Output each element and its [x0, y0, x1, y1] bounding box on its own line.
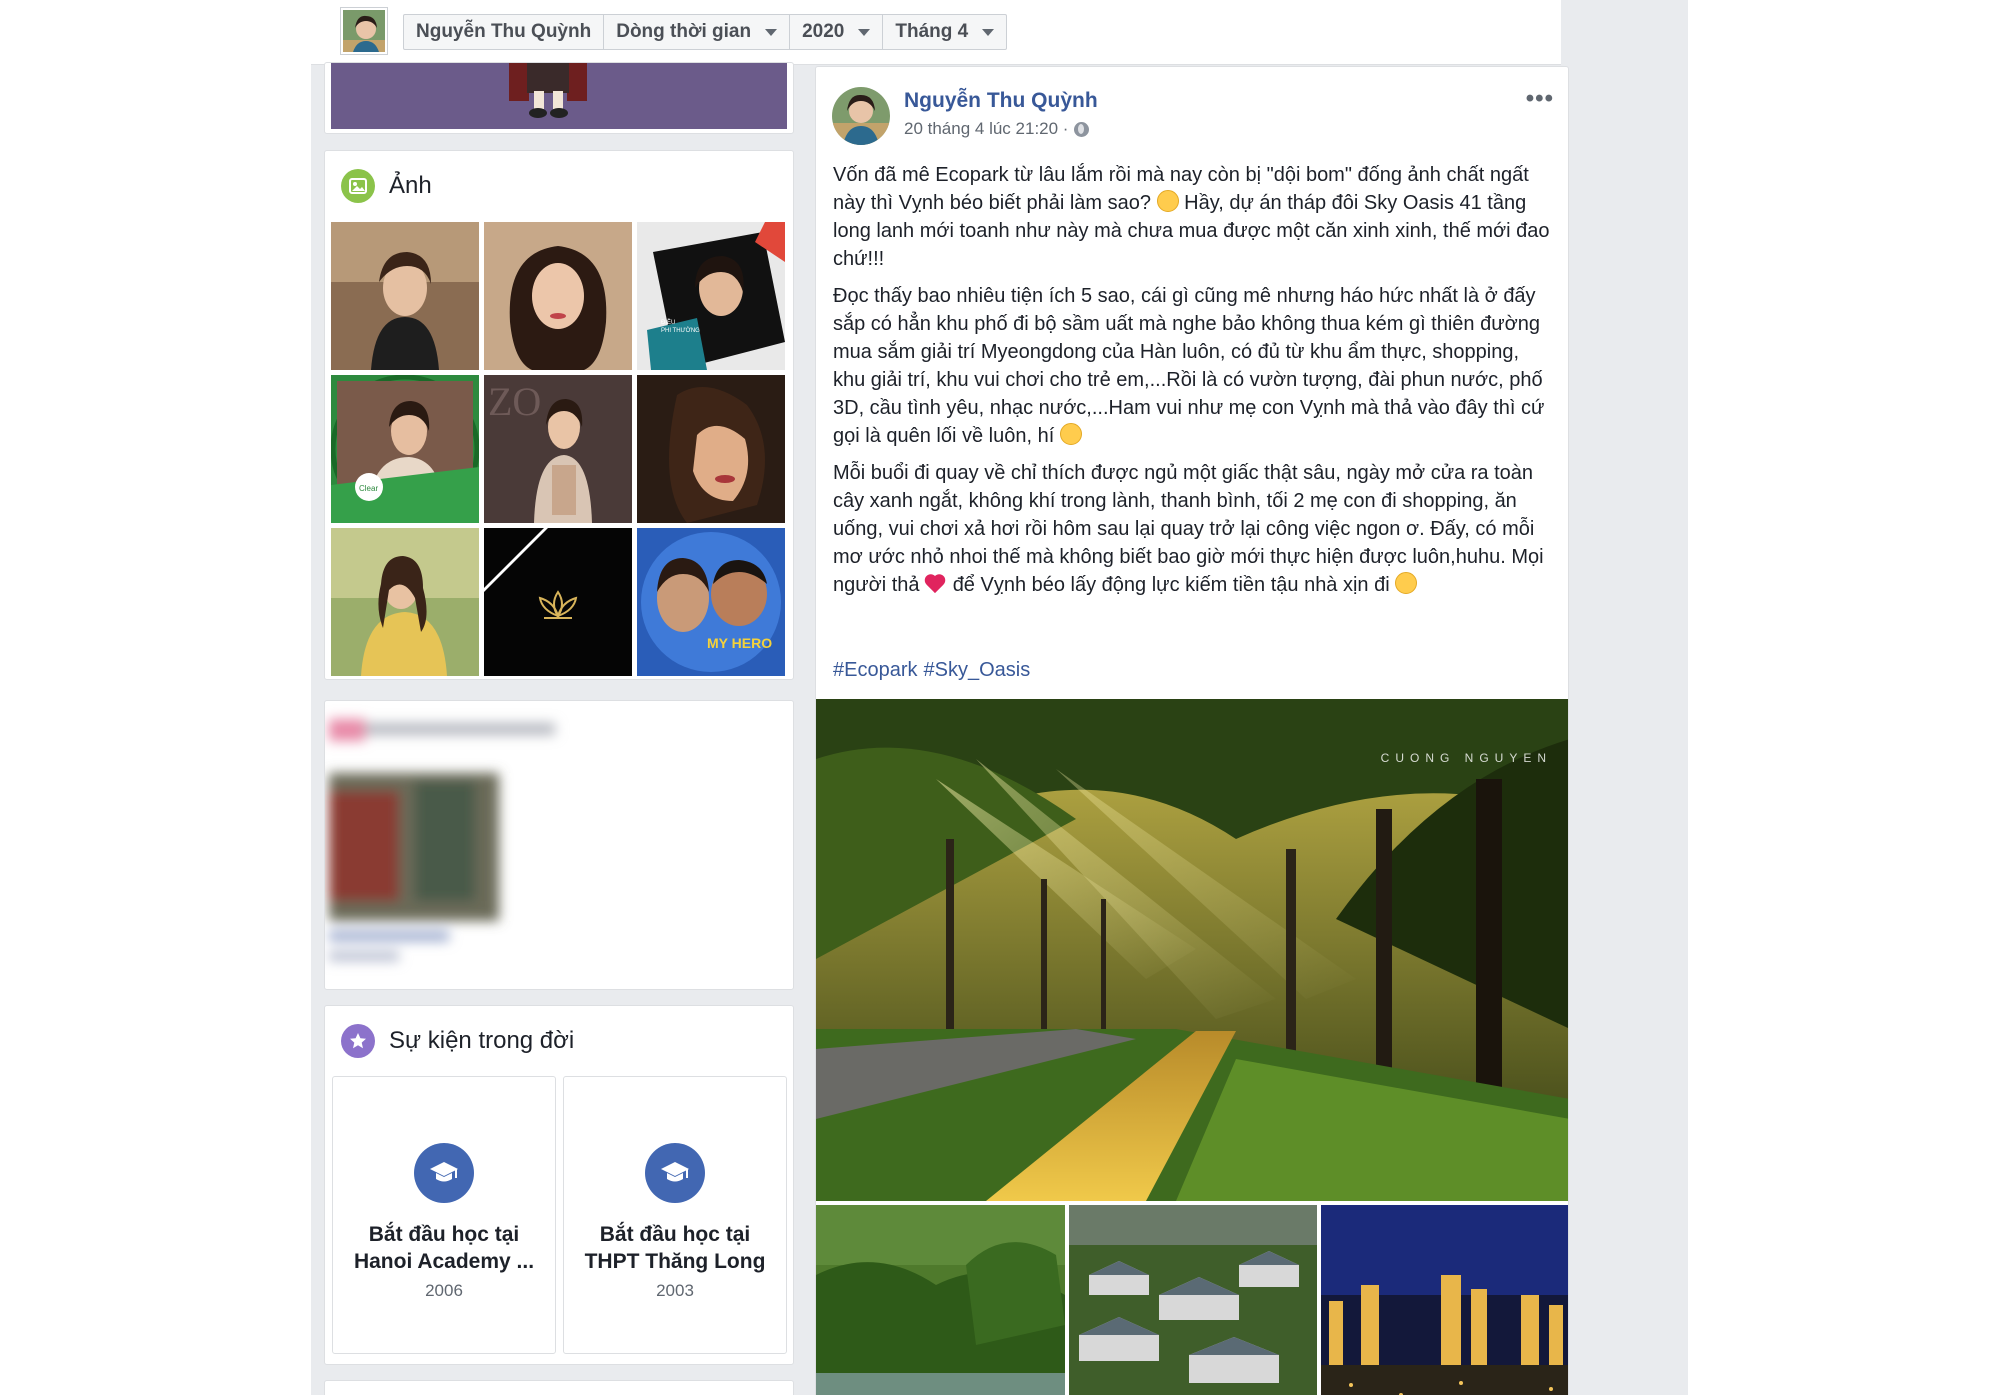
- life-event-item[interactable]: Bắt đầu học tại THPT Thăng Long 2003: [563, 1076, 787, 1354]
- post-author-avatar[interactable]: [832, 87, 890, 145]
- year-label: 2020: [802, 21, 845, 42]
- hashtag-link[interactable]: #Ecopark: [833, 659, 918, 681]
- photo-tile-clear-ad[interactable]: Clear: [331, 375, 479, 523]
- next-card-stub: [324, 1380, 794, 1395]
- svg-text:ZO: ZO: [488, 379, 541, 424]
- caret-down-icon: [858, 28, 871, 36]
- post-meta: 20 tháng 4 lúc 21:20 ·: [904, 119, 1090, 139]
- post-timestamp[interactable]: 20 tháng 4 lúc 21:20 ·: [904, 119, 1068, 139]
- photos-card: Ảnh ĐIỀU PHI THƯỜNG Clear ZO MY HERO: [324, 150, 794, 680]
- smiling-emoji-icon: [1059, 423, 1082, 445]
- photo-tile[interactable]: [331, 222, 479, 370]
- graduation-cap-icon: [414, 1143, 474, 1203]
- photo-grid: ĐIỀU PHI THƯỜNG Clear ZO MY HERO: [331, 222, 789, 676]
- photos-card-header[interactable]: Ảnh: [341, 169, 432, 203]
- timeline-breadcrumb: Nguyễn Thu Quỳnh Dòng thời gian 2020 Thá…: [403, 14, 1008, 50]
- post-author-name[interactable]: Nguyễn Thu Quỳnh: [904, 89, 1098, 113]
- post-photo-thumbnails: [816, 1205, 1568, 1395]
- hashtag-link[interactable]: #Sky_Oasis: [924, 659, 1031, 681]
- post-text: Vốn đã mê Ecopark từ lâu lắm rồi mà nay …: [833, 161, 1553, 608]
- laughing-emoji-icon: [1395, 572, 1418, 594]
- caret-down-icon: [765, 28, 778, 36]
- facebook-timeline: Nguyễn Thu Quỳnh Dòng thời gian 2020 Thá…: [311, 0, 1688, 1395]
- post-paragraph: Mỗi buổi đi quay về chỉ thích được ngủ m…: [833, 459, 1553, 599]
- photo-tile-book-cover[interactable]: ĐIỀU PHI THƯỜNG: [637, 222, 785, 370]
- photo-tile[interactable]: [331, 528, 479, 676]
- timeline-post: Nguyễn Thu Quỳnh 20 tháng 4 lúc 21:20 · …: [815, 66, 1569, 1395]
- photo-tile-selfie[interactable]: MY HERO: [637, 528, 785, 676]
- post-photo-thumbnail[interactable]: [1068, 1205, 1318, 1395]
- blurred-content-card: [324, 700, 794, 990]
- screenshot-canvas: Nguyễn Thu Quỳnh Dòng thời gian 2020 Thá…: [0, 0, 2000, 1395]
- life-events-title: Sự kiện trong đời: [389, 1027, 575, 1054]
- heart-icon: [925, 573, 947, 595]
- life-event-year: 2006: [425, 1281, 463, 1300]
- life-event-item[interactable]: Bắt đầu học tại Hanoi Academy ... 2006: [332, 1076, 556, 1354]
- breadcrumb-month-dropdown[interactable]: Tháng 4: [883, 15, 1006, 49]
- photo-tile[interactable]: ZO: [484, 375, 632, 523]
- star-icon: [341, 1024, 375, 1058]
- life-event-year: 2003: [656, 1281, 694, 1300]
- breadcrumb-profile-name[interactable]: Nguyễn Thu Quỳnh: [404, 15, 605, 49]
- profile-avatar-small[interactable]: [341, 8, 387, 54]
- caret-down-icon: [982, 28, 995, 36]
- post-text-segment: Đọc thấy bao nhiêu tiện ích 5 sao, cái g…: [833, 285, 1545, 447]
- post-paragraph: Vốn đã mê Ecopark từ lâu lắm rồi mà nay …: [833, 161, 1553, 273]
- svg-text:ĐIỀU: ĐIỀU: [661, 319, 675, 326]
- lotus-logo-tile[interactable]: [484, 528, 632, 676]
- svg-text:MY HERO: MY HERO: [707, 635, 772, 651]
- post-text-segment: để Vỵnh béo lấy động lực kiếm tiền tậu n…: [952, 574, 1390, 596]
- photo-tile[interactable]: [637, 375, 785, 523]
- post-photo-thumbnail[interactable]: [816, 1205, 1065, 1395]
- profile-sticky-bar: Nguyễn Thu Quỳnh Dòng thời gian 2020 Thá…: [311, 0, 1561, 65]
- post-main-photo[interactable]: CUONG NGUYEN: [816, 699, 1568, 1201]
- profile-name-label: Nguyễn Thu Quỳnh: [416, 21, 592, 42]
- month-label: Tháng 4: [895, 21, 969, 42]
- photos-icon: [341, 169, 375, 203]
- breadcrumb-section-dropdown[interactable]: Dòng thời gian: [604, 15, 791, 49]
- graduation-cap-icon: [645, 1143, 705, 1203]
- intro-card-tail: [324, 62, 794, 134]
- photo-watermark: CUONG NGUYEN: [1380, 751, 1552, 765]
- laughing-emoji-icon: [1156, 190, 1179, 212]
- section-label: Dòng thời gian: [616, 21, 752, 42]
- life-events-header[interactable]: Sự kiện trong đời: [341, 1024, 574, 1058]
- intro-illustration[interactable]: [331, 63, 787, 129]
- life-events-card: Sự kiện trong đời Bắt đầu học tại Hanoi …: [324, 1005, 794, 1365]
- post-photo-thumbnail[interactable]: [1321, 1205, 1568, 1395]
- svg-text:PHI THƯỜNG: PHI THƯỜNG: [661, 327, 700, 334]
- svg-text:Clear: Clear: [359, 484, 378, 493]
- post-hashtags: #Ecopark #Sky_Oasis: [833, 659, 1036, 682]
- life-event-title: Bắt đầu học tại Hanoi Academy ...: [353, 1223, 535, 1273]
- photo-tile[interactable]: [484, 222, 632, 370]
- life-event-title: Bắt đầu học tại THPT Thăng Long: [584, 1223, 766, 1273]
- blurred-preview: [329, 719, 555, 961]
- breadcrumb-year-dropdown[interactable]: 2020: [790, 15, 884, 49]
- globe-icon[interactable]: [1074, 121, 1090, 137]
- photos-card-title: Ảnh: [389, 172, 432, 199]
- post-paragraph: Đọc thấy bao nhiêu tiện ích 5 sao, cái g…: [833, 282, 1553, 450]
- post-options-button[interactable]: •••: [1526, 85, 1554, 113]
